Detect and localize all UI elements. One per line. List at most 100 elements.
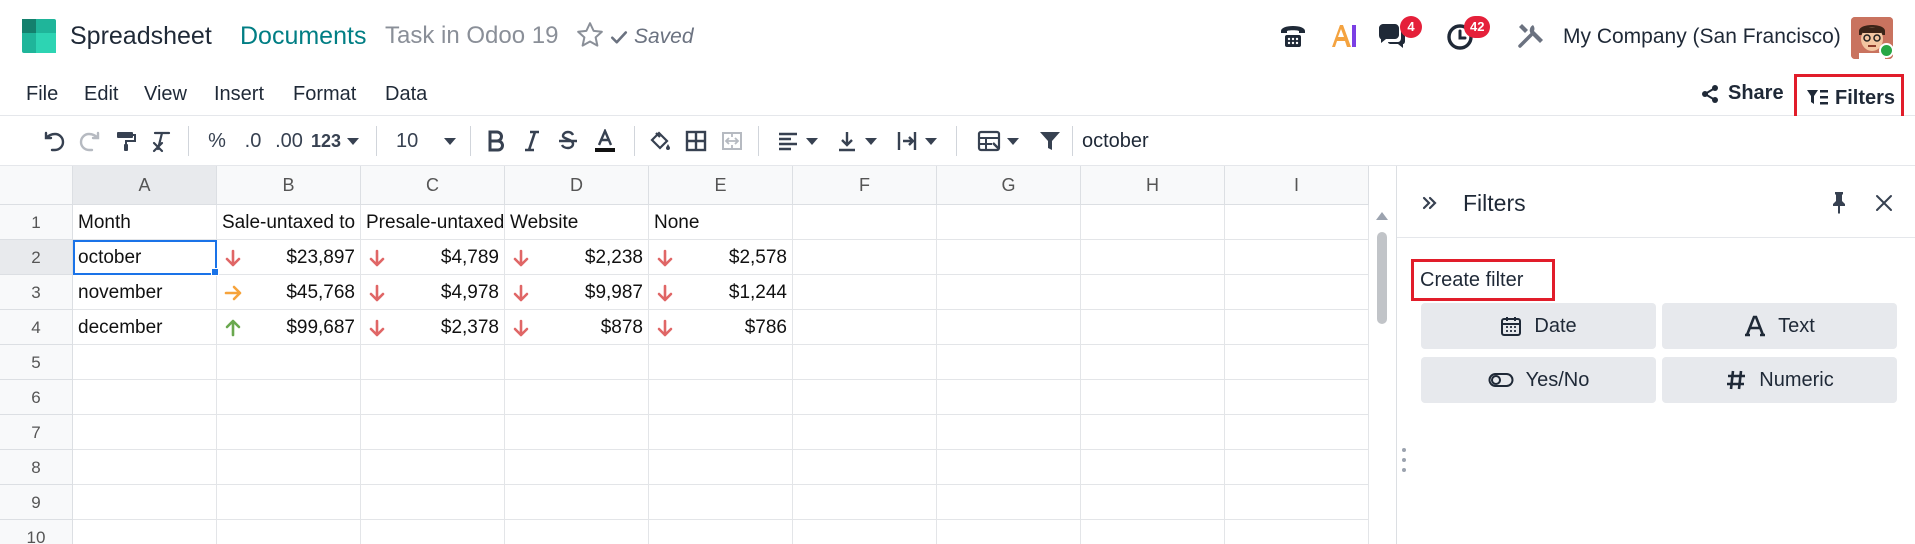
company-switcher[interactable]: My Company (San Francisco) bbox=[1563, 25, 1841, 49]
cell-month[interactable]: november bbox=[73, 275, 217, 310]
resize-grip-icon[interactable] bbox=[1401, 446, 1407, 474]
filter-toggle-button[interactable] bbox=[1036, 128, 1064, 154]
cell-e2[interactable]: $2,578 bbox=[649, 240, 793, 275]
table-style-dropdown[interactable] bbox=[972, 128, 1024, 154]
column-header-b[interactable]: B bbox=[217, 166, 361, 205]
cell-f8[interactable] bbox=[793, 450, 937, 485]
bold-button[interactable] bbox=[484, 128, 508, 154]
cell-e8[interactable] bbox=[649, 450, 793, 485]
cell-f1[interactable] bbox=[793, 205, 937, 240]
cell-c7[interactable] bbox=[361, 415, 505, 450]
header-cell-b[interactable]: Sale-untaxed to bbox=[217, 205, 361, 240]
cell-b4[interactable]: $99,687 bbox=[217, 310, 361, 345]
cell-c2[interactable]: $4,789 bbox=[361, 240, 505, 275]
cell-h3[interactable] bbox=[1081, 275, 1225, 310]
column-header-c[interactable]: C bbox=[361, 166, 505, 205]
cell-i2[interactable] bbox=[1225, 240, 1369, 275]
paint-format-button[interactable] bbox=[112, 128, 140, 154]
undo-button[interactable] bbox=[40, 128, 68, 154]
decrease-decimal-button[interactable]: .0 bbox=[240, 128, 266, 154]
cell-g6[interactable] bbox=[937, 380, 1081, 415]
cell-d7[interactable] bbox=[505, 415, 649, 450]
cell-g10[interactable] bbox=[937, 520, 1081, 544]
cell-d6[interactable] bbox=[505, 380, 649, 415]
cell-i9[interactable] bbox=[1225, 485, 1369, 520]
cell-i5[interactable] bbox=[1225, 345, 1369, 380]
cell-month[interactable]: october bbox=[73, 240, 217, 275]
pin-icon[interactable] bbox=[1827, 190, 1851, 214]
italic-button[interactable] bbox=[520, 128, 544, 154]
cell-a9[interactable] bbox=[73, 485, 217, 520]
menu-view[interactable]: View bbox=[144, 83, 187, 106]
column-header-f[interactable]: F bbox=[793, 166, 937, 205]
redo-button[interactable] bbox=[76, 128, 104, 154]
ai-assistant-icon[interactable] bbox=[1328, 20, 1360, 52]
cell-g2[interactable] bbox=[937, 240, 1081, 275]
menu-data[interactable]: Data bbox=[385, 83, 427, 106]
spreadsheet-app-logo[interactable] bbox=[22, 19, 56, 53]
borders-button[interactable] bbox=[682, 128, 710, 154]
text-color-button[interactable] bbox=[590, 128, 620, 154]
row-header-10[interactable]: 10 bbox=[0, 520, 73, 544]
cell-c9[interactable] bbox=[361, 485, 505, 520]
number-format-dropdown[interactable]: 123 bbox=[310, 128, 360, 154]
cell-b6[interactable] bbox=[217, 380, 361, 415]
header-cell-a[interactable]: Month bbox=[73, 205, 217, 240]
row-header-6[interactable]: 6 bbox=[0, 380, 73, 415]
breadcrumb-documents[interactable]: Documents bbox=[240, 22, 366, 51]
cell-a7[interactable] bbox=[73, 415, 217, 450]
filters-button[interactable]: Filters bbox=[1794, 74, 1904, 122]
cell-d5[interactable] bbox=[505, 345, 649, 380]
cell-a10[interactable] bbox=[73, 520, 217, 544]
column-header-e[interactable]: E bbox=[649, 166, 793, 205]
cell-g1[interactable] bbox=[937, 205, 1081, 240]
cell-i7[interactable] bbox=[1225, 415, 1369, 450]
text-wrap-dropdown[interactable] bbox=[890, 128, 942, 154]
cell-i8[interactable] bbox=[1225, 450, 1369, 485]
column-header-a[interactable]: A bbox=[73, 166, 217, 205]
cell-i3[interactable] bbox=[1225, 275, 1369, 310]
cell-i6[interactable] bbox=[1225, 380, 1369, 415]
cell-g5[interactable] bbox=[937, 345, 1081, 380]
favorite-star-icon[interactable] bbox=[575, 20, 605, 50]
cell-h5[interactable] bbox=[1081, 345, 1225, 380]
cell-d2[interactable]: $2,238 bbox=[505, 240, 649, 275]
cell-e4[interactable]: $786 bbox=[649, 310, 793, 345]
cell-h8[interactable] bbox=[1081, 450, 1225, 485]
cell-a6[interactable] bbox=[73, 380, 217, 415]
close-icon[interactable] bbox=[1873, 192, 1895, 214]
cell-b9[interactable] bbox=[217, 485, 361, 520]
cell-g9[interactable] bbox=[937, 485, 1081, 520]
cell-b3[interactable]: $45,768 bbox=[217, 275, 361, 310]
format-percent-button[interactable]: % bbox=[204, 128, 230, 154]
header-cell-d[interactable]: Website bbox=[505, 205, 649, 240]
scrollbar-thumb[interactable] bbox=[1377, 232, 1387, 324]
grid-corner[interactable] bbox=[0, 166, 73, 205]
row-header-9[interactable]: 9 bbox=[0, 485, 73, 520]
settings-tools-icon[interactable] bbox=[1514, 20, 1546, 52]
cell-d9[interactable] bbox=[505, 485, 649, 520]
cell-f7[interactable] bbox=[793, 415, 937, 450]
increase-decimal-button[interactable]: .00 bbox=[272, 128, 306, 154]
cell-e5[interactable] bbox=[649, 345, 793, 380]
strikethrough-button[interactable] bbox=[556, 128, 580, 154]
cell-f10[interactable] bbox=[793, 520, 937, 544]
row-header-4[interactable]: 4 bbox=[0, 310, 73, 345]
cell-d3[interactable]: $9,987 bbox=[505, 275, 649, 310]
cell-b5[interactable] bbox=[217, 345, 361, 380]
formula-input[interactable]: october bbox=[1082, 130, 1149, 153]
cell-b10[interactable] bbox=[217, 520, 361, 544]
cell-g7[interactable] bbox=[937, 415, 1081, 450]
row-header-7[interactable]: 7 bbox=[0, 415, 73, 450]
document-title[interactable]: Task in Odoo 19 bbox=[385, 22, 558, 50]
header-cell-e[interactable]: None bbox=[649, 205, 793, 240]
cell-a8[interactable] bbox=[73, 450, 217, 485]
cell-c3[interactable]: $4,978 bbox=[361, 275, 505, 310]
cell-c10[interactable] bbox=[361, 520, 505, 544]
cell-a5[interactable] bbox=[73, 345, 217, 380]
cell-e3[interactable]: $1,244 bbox=[649, 275, 793, 310]
clear-format-button[interactable] bbox=[148, 128, 176, 154]
cell-e10[interactable] bbox=[649, 520, 793, 544]
cell-d8[interactable] bbox=[505, 450, 649, 485]
cell-i10[interactable] bbox=[1225, 520, 1369, 544]
